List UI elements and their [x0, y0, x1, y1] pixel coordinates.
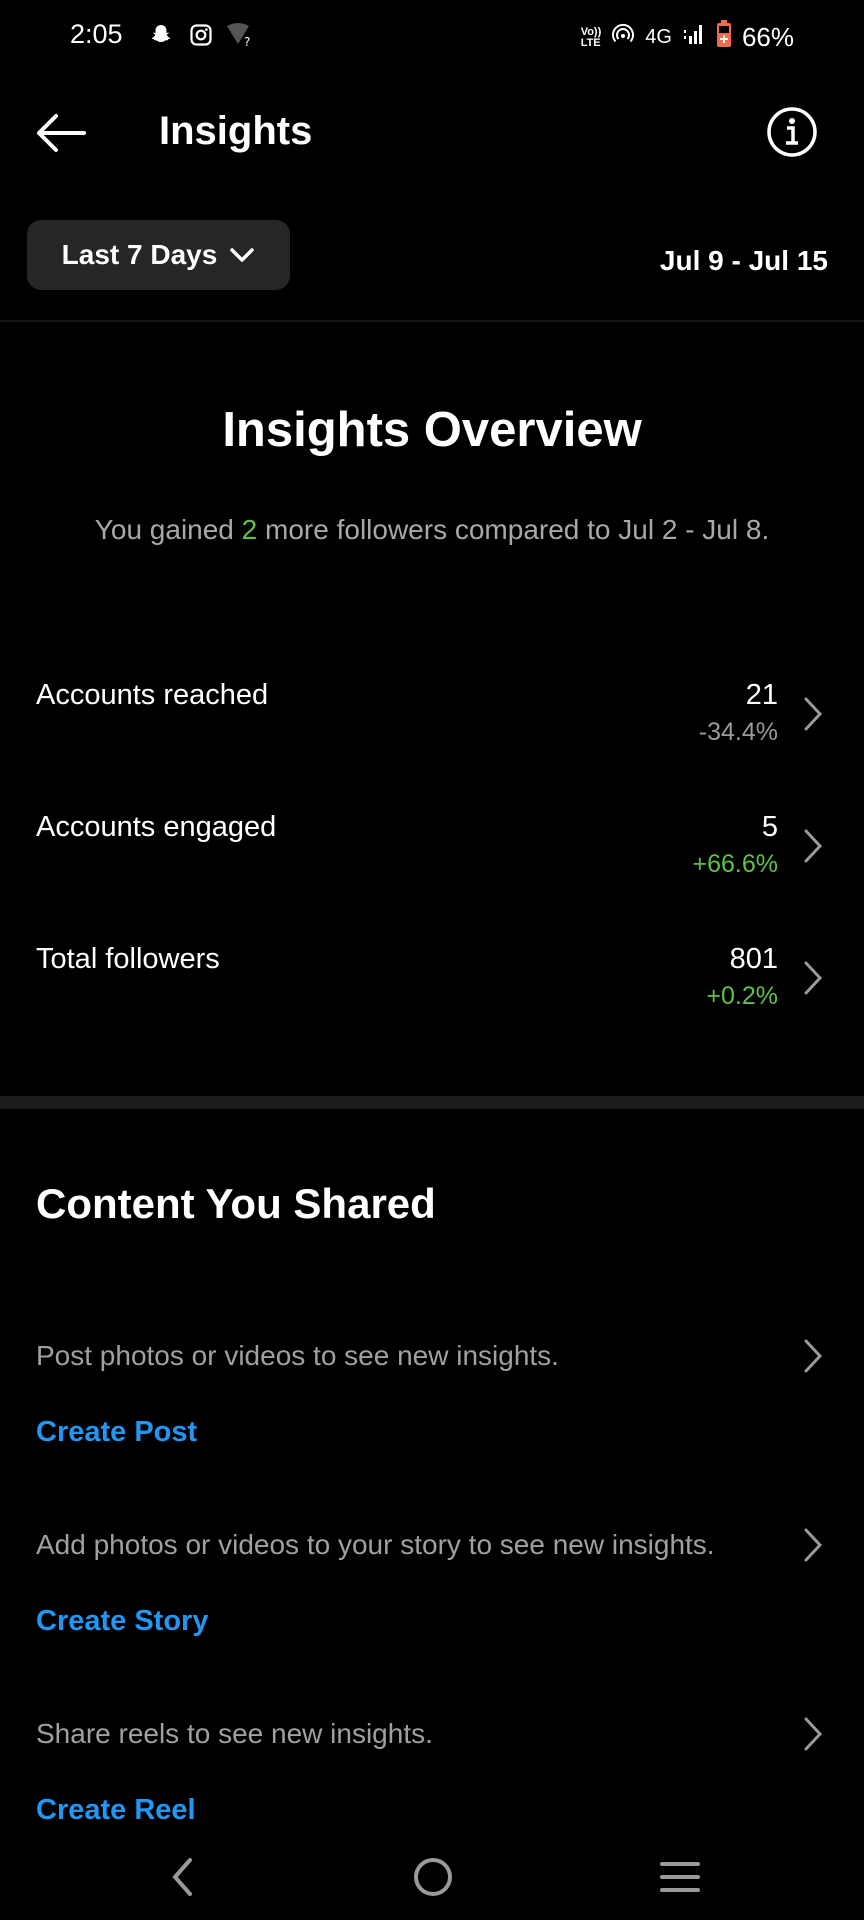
battery-percent: 66%	[741, 22, 794, 52]
metric-change: +66.6%	[692, 850, 779, 878]
range-label: Last 7 Days	[61, 239, 218, 270]
metric-change: +0.2%	[706, 982, 778, 1010]
status-time: 2:05	[70, 19, 123, 49]
app-header: Insights	[0, 95, 864, 171]
content-description: Post photos or videos to see new insight…	[36, 1340, 559, 1371]
nav-recents-button[interactable]	[650, 1852, 710, 1902]
date-range-label: Jul 9 - Jul 15	[659, 245, 828, 276]
status-right-icons: Vo)) LTE 4G 66%	[581, 20, 794, 55]
back-button[interactable]	[34, 111, 88, 155]
system-nav-bar	[0, 1840, 864, 1920]
summary-suffix: more followers compared to Jul 2 - Jul 8…	[257, 514, 770, 545]
chevron-right-icon	[804, 829, 823, 863]
content-shared-title: Content You Shared	[36, 1180, 436, 1227]
date-range-dropdown[interactable]: Last 7 Days	[27, 220, 290, 290]
metric-row-total-followers[interactable]: Total followers 801 +0.2%	[0, 930, 864, 1040]
home-icon	[414, 1858, 452, 1896]
content-description: Share reels to see new insights.	[36, 1718, 433, 1749]
chevron-right-icon	[804, 697, 823, 731]
nav-home-button[interactable]	[403, 1852, 463, 1902]
content-item-reels[interactable]: Share reels to see new insights. Create …	[0, 1717, 864, 1838]
chevron-down-icon	[230, 248, 255, 262]
metric-row-accounts-engaged[interactable]: Accounts engaged 5 +66.6%	[0, 798, 864, 908]
instagram-icon	[188, 22, 214, 48]
summary-prefix: You gained	[94, 514, 242, 545]
nav-back-button[interactable]	[152, 1852, 212, 1902]
filter-row: Last 7 Days Jul 9 - Jul 15	[0, 220, 864, 290]
battery-icon	[716, 20, 732, 55]
content-item-stories[interactable]: Add photos or videos to your story to se…	[0, 1528, 864, 1649]
signal-icon	[682, 22, 706, 53]
metric-value: 21	[745, 679, 778, 711]
info-icon	[767, 107, 817, 157]
overview-title: Insights Overview	[222, 403, 642, 457]
arrow-left-icon	[37, 114, 86, 152]
metric-value: 5	[761, 811, 778, 843]
recents-icon	[660, 1862, 700, 1892]
chevron-right-icon	[804, 961, 823, 995]
hotspot-icon	[611, 22, 635, 53]
followers-gained-count: 2	[241, 514, 258, 545]
metric-value: 801	[729, 943, 778, 975]
metric-change: -34.4%	[698, 718, 778, 746]
info-button[interactable]	[766, 106, 818, 158]
volte-icon: Vo)) LTE	[580, 25, 602, 49]
create-post-link[interactable]: Create Post	[36, 1416, 197, 1449]
metric-row-accounts-reached[interactable]: Accounts reached 21 -34.4%	[0, 666, 864, 776]
snapchat-icon	[148, 22, 174, 48]
wifi-unknown-icon: ?	[226, 22, 254, 48]
status-bar: 2:05 ? Vo)) LTE 4G 66%	[0, 0, 864, 72]
overview-summary: You gained 2 more followers compared to …	[70, 512, 794, 548]
network-type: 4G	[645, 26, 672, 48]
back-icon	[172, 1858, 192, 1896]
svg-text:?: ?	[244, 35, 250, 48]
metric-label: Accounts engaged	[36, 811, 277, 843]
chevron-right-icon	[804, 1339, 823, 1373]
divider	[0, 320, 864, 322]
chevron-right-icon	[804, 1528, 823, 1562]
section-divider	[0, 1096, 864, 1109]
metric-label: Accounts reached	[36, 679, 269, 711]
content-description: Add photos or videos to your story to se…	[36, 1529, 715, 1560]
metric-label: Total followers	[36, 943, 220, 975]
create-story-link[interactable]: Create Story	[36, 1605, 208, 1638]
chevron-right-icon	[804, 1717, 823, 1751]
content-item-posts[interactable]: Post photos or videos to see new insight…	[0, 1339, 864, 1460]
page-title: Insights	[159, 109, 313, 153]
create-reel-link[interactable]: Create Reel	[36, 1794, 196, 1827]
